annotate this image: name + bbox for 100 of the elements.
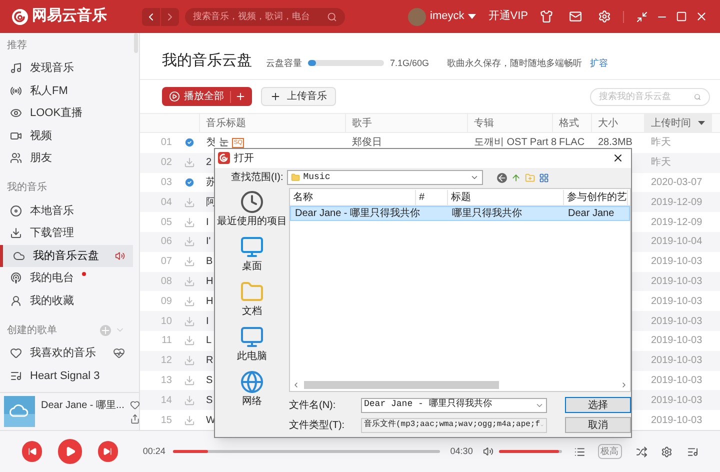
queue-icon[interactable] <box>686 446 698 458</box>
sidebar-item-label: 本地音乐 <box>30 204 74 218</box>
forward-button[interactable] <box>161 8 179 26</box>
dialog-title: 打开 <box>234 152 254 166</box>
app-logo-text: 网易云音乐 <box>32 6 107 26</box>
place-item[interactable]: 桌面 <box>240 235 264 274</box>
sidebar-item[interactable]: 朋友 <box>0 147 133 170</box>
look-in-dropdown[interactable]: Music <box>287 170 484 186</box>
sidebar-item-label: 下载管理 <box>30 226 74 241</box>
sidebar-item[interactable]: LOOK直播 <box>0 102 133 124</box>
cloud-search-input[interactable]: 搜索我的音乐云盘 <box>599 90 694 104</box>
place-item[interactable]: 网络 <box>240 370 264 409</box>
row-number: 08 <box>160 274 173 289</box>
song-title: 2 <box>206 156 212 170</box>
mode-icon[interactable] <box>636 446 648 458</box>
capacity-label: 云盘容量 <box>266 56 302 70</box>
up-folder-icon[interactable] <box>511 172 522 183</box>
file-column-header[interactable]: 参与创作的艺 <box>564 190 628 204</box>
now-playing-card[interactable]: Dear Jane - 哪里... <box>0 392 139 430</box>
scroll-left-icon[interactable] <box>292 381 300 389</box>
file-column-header[interactable]: # <box>416 190 448 204</box>
next-button[interactable] <box>98 441 118 462</box>
mini-mode-icon[interactable] <box>636 10 648 22</box>
column-header[interactable]: 格式 <box>553 114 592 132</box>
progress-track[interactable] <box>173 450 440 453</box>
sort-caret-icon <box>698 121 705 125</box>
column-header[interactable]: 音乐标题 <box>200 114 346 132</box>
filetype-dropdown[interactable]: 音乐文件(mp3;aac;wma;wav;ogg;m4a;ape;f <box>361 418 547 432</box>
sidebar-item[interactable]: 私人FM <box>0 80 133 102</box>
place-item[interactable]: 此电脑 <box>237 325 267 364</box>
heartbeat-icon[interactable] <box>113 347 125 360</box>
file-row[interactable]: Dear Jane - 哪里只得我共你 哪里只得我共你 Dear Jane <box>290 206 630 221</box>
song-title: H <box>206 294 214 309</box>
sidebar-item[interactable]: 我喜欢的音乐 <box>0 342 133 364</box>
upload-time-cell: 2019-12-09 <box>651 196 702 208</box>
sidebar-item[interactable]: 视频 <box>0 124 133 147</box>
view-menu-icon[interactable] <box>539 172 550 183</box>
heart-icon[interactable] <box>130 400 140 410</box>
maximize-icon[interactable] <box>676 11 687 22</box>
page-title: 我的音乐云盘 <box>162 50 252 70</box>
row-number: 13 <box>160 374 173 388</box>
people-icon <box>10 152 22 164</box>
row-number: 09 <box>160 294 173 309</box>
file-column-header[interactable]: 标题 <box>448 190 564 204</box>
sidebar-item[interactable]: 发现音乐 <box>0 57 133 80</box>
upload-time-cell: 2019-10-04 <box>651 236 702 248</box>
song-title: I <box>206 314 209 329</box>
sidebar-item[interactable]: 我的收藏 <box>0 290 133 312</box>
place-item[interactable]: 文档 <box>240 280 264 319</box>
username[interactable]: imeyck <box>430 8 464 25</box>
row-number: 12 <box>160 354 173 368</box>
settings-icon[interactable] <box>598 10 611 23</box>
song-title: 첫 눈 <box>206 136 229 150</box>
sidebar-item[interactable]: 我的电台 <box>0 267 133 290</box>
column-header[interactable]: 歌手 <box>346 114 468 132</box>
mail-icon[interactable] <box>569 10 582 23</box>
upload-button[interactable]: 上传音乐 <box>261 87 336 106</box>
search-field[interactable]: 搜索音乐，视频，歌词，电台 <box>185 8 345 26</box>
sidebar-item-label: Heart Signal 3 <box>30 368 100 384</box>
cancel-button[interactable]: 取消 <box>565 417 631 433</box>
volume-icon[interactable] <box>482 446 494 457</box>
globe-icon <box>240 370 264 394</box>
song-title: L <box>206 334 212 348</box>
select-button[interactable]: 选择 <box>565 397 631 413</box>
song-title: I <box>206 216 209 230</box>
play-all-button[interactable]: 播放全部 <box>162 87 252 106</box>
previous-button[interactable] <box>22 441 42 462</box>
vip-link[interactable]: 开通VIP <box>488 8 528 25</box>
sidebar-item[interactable]: 我的音乐云盘 <box>0 244 133 267</box>
cloud-search-field[interactable]: 搜索我的音乐云盘 <box>590 88 710 106</box>
skin-icon[interactable] <box>540 10 553 23</box>
video-camera-icon <box>10 130 22 142</box>
share-icon[interactable] <box>130 414 140 424</box>
place-item[interactable]: 最近使用的项目 <box>217 190 287 229</box>
next-icon <box>103 447 112 456</box>
upload-time-cell: 2019-12-09 <box>651 216 702 228</box>
song-title: S <box>206 374 213 388</box>
filetype-label: 文件类型(T): <box>289 418 346 432</box>
expand-link[interactable]: 扩容 <box>590 56 608 70</box>
upload-time-cell: 2019-10-03 <box>651 335 702 346</box>
elapsed-time: 00:24 <box>142 444 166 458</box>
play-button[interactable] <box>58 439 82 464</box>
sidebar-item-label: 朋友 <box>30 151 52 166</box>
back-button[interactable] <box>142 8 160 26</box>
close-icon[interactable] <box>612 152 624 164</box>
file-column-header[interactable]: 名称 <box>290 190 416 204</box>
play-all-label[interactable]: 播放全部 <box>184 89 224 104</box>
caret-icon[interactable] <box>468 14 476 19</box>
sidebar-item[interactable]: 下载管理 <box>0 222 133 244</box>
sidebar-item[interactable]: 本地音乐 <box>0 200 133 222</box>
row-number: 06 <box>160 235 173 250</box>
back-icon[interactable] <box>497 172 508 183</box>
scroll-right-icon[interactable] <box>620 381 628 389</box>
previous-icon <box>28 447 36 456</box>
column-header[interactable]: 上传时间 <box>645 114 712 132</box>
add-icon[interactable] <box>235 91 246 102</box>
column-header[interactable]: 专辑 <box>468 114 553 132</box>
heart-icon <box>10 347 22 360</box>
filename-field[interactable]: Dear Jane - 哪里只得我共你 <box>361 398 547 412</box>
sidebar-item[interactable]: Heart Signal 3 <box>0 364 133 387</box>
